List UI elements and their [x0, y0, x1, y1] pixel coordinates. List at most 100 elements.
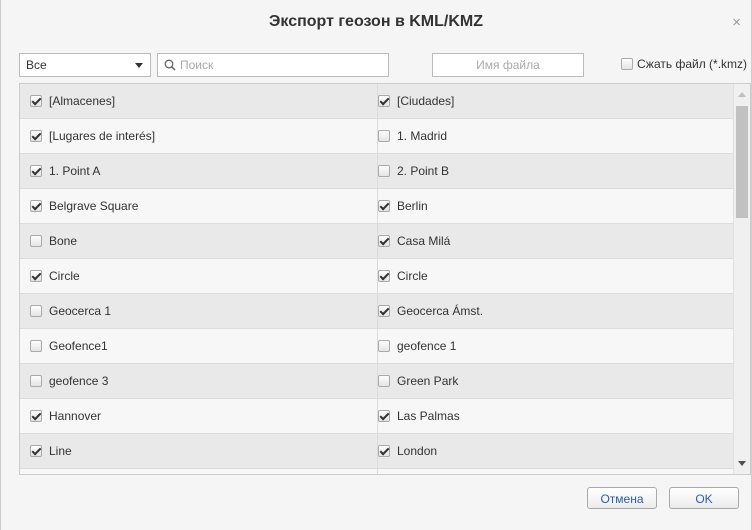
geofence-checkbox[interactable]: [30, 270, 42, 282]
geofence-label: geofence 1: [397, 339, 457, 353]
list-row: Belgrave Square Berlin: [20, 189, 734, 224]
geofence-checkbox[interactable]: [378, 340, 390, 352]
geofence-checkbox[interactable]: [378, 270, 390, 282]
geofence-label: Belgrave Square: [49, 199, 139, 213]
geofence-label: 1. Point A: [49, 164, 101, 178]
geofence-label: 2. Point B: [397, 164, 450, 178]
geofence-checkbox[interactable]: [30, 340, 42, 352]
geofence-checkbox[interactable]: [30, 130, 42, 142]
close-icon[interactable]: ×: [732, 15, 741, 30]
geofence-checkbox[interactable]: [30, 375, 42, 387]
geofence-label: 1. Madrid: [397, 129, 448, 143]
geofence-checkbox[interactable]: [30, 200, 42, 212]
vertical-scrollbar[interactable]: [733, 84, 750, 474]
geofence-item[interactable]: [Lugares de interés]: [20, 119, 377, 153]
geofence-label: Geocerca 1: [49, 304, 112, 318]
geofence-checkbox[interactable]: [378, 165, 390, 177]
geofence-label: Hannover: [49, 409, 102, 423]
list-row: Circle Circle: [20, 259, 734, 294]
compress-checkbox[interactable]: [621, 58, 633, 70]
geofence-label: Circle: [49, 269, 80, 283]
dialog-footer: Отмена OK: [1, 475, 751, 530]
scroll-up-icon[interactable]: [738, 92, 746, 97]
geofence-checkbox[interactable]: [30, 165, 42, 177]
geofence-item[interactable]: 2. Point B: [377, 154, 734, 188]
search-input[interactable]: [178, 56, 383, 74]
search-icon: [164, 59, 176, 71]
geofence-item[interactable]: geofence 1: [377, 329, 734, 363]
geofence-item[interactable]: Geofence1: [20, 329, 377, 363]
list-row: Bone Casa Milá: [20, 224, 734, 259]
geofence-label: [Ciudades]: [397, 94, 455, 108]
geofence-item[interactable]: Berlin: [377, 189, 734, 223]
geofence-item[interactable]: Green Park: [377, 364, 734, 398]
geofence-item[interactable]: Circle: [20, 259, 377, 293]
geofence-checkbox[interactable]: [378, 305, 390, 317]
geofence-item[interactable]: [Ciudades]: [377, 84, 734, 118]
geofence-item[interactable]: Geocerca Ámst.: [377, 294, 734, 328]
geofence-item[interactable]: Circle: [377, 259, 734, 293]
list-row: geofence 3 Green Park: [20, 364, 734, 399]
filter-select[interactable]: Все: [19, 53, 151, 77]
geofence-item[interactable]: geofence 3: [20, 364, 377, 398]
list-row: Hannover Las Palmas: [20, 399, 734, 434]
list-row: [Almacenes] [Ciudades]: [20, 84, 734, 119]
geofence-checkbox[interactable]: [378, 200, 390, 212]
compress-label: Сжать файл (*.kmz): [637, 57, 748, 71]
geofence-label: Berlin: [397, 199, 428, 213]
scrollbar-thumb[interactable]: [736, 106, 748, 218]
geofence-label: Casa Milá: [397, 234, 451, 248]
geofence-list: [Almacenes] [Ciudades] [Lugares de interés…: [19, 83, 751, 475]
compress-option[interactable]: Сжать файл (*.kmz): [621, 57, 747, 71]
list-row: Geocerca 1 Geocerca Ámst.: [20, 294, 734, 329]
list-row: [Lugares de interés] 1. Madrid: [20, 119, 734, 154]
geofence-item[interactable]: Bone: [20, 224, 377, 258]
geofence-item[interactable]: [Almacenes]: [20, 84, 377, 118]
geofence-label: Line: [49, 444, 72, 458]
geofence-checkbox[interactable]: [30, 445, 42, 457]
geofence-checkbox[interactable]: [378, 445, 390, 457]
cancel-button[interactable]: Отмена: [587, 487, 657, 509]
geofence-checkbox[interactable]: [30, 95, 42, 107]
list-row: 1. Point A 2. Point B: [20, 154, 734, 189]
export-geofences-dialog: Экспорт геозон в KML/KMZ × Все Сжать фай…: [0, 0, 752, 530]
geofence-label: Geofence1: [49, 339, 108, 353]
chevron-down-icon: [135, 63, 143, 68]
list-row: Geofence1 geofence 1: [20, 329, 734, 364]
dialog-titlebar: Экспорт геозон в KML/KMZ ×: [1, 0, 751, 43]
geofence-item[interactable]: Belgrave Square: [20, 189, 377, 223]
geofence-item[interactable]: Casa Milá: [377, 224, 734, 258]
geofence-checkbox[interactable]: [30, 410, 42, 422]
geofence-checkbox[interactable]: [30, 235, 42, 247]
filename-box[interactable]: [432, 53, 584, 77]
geofence-label: Las Palmas: [397, 409, 460, 423]
geofence-label: Bone: [49, 234, 78, 248]
geofence-item[interactable]: 1. Madrid: [377, 119, 734, 153]
geofence-label: geofence 3: [49, 374, 109, 388]
geofence-item[interactable]: Geocerca 1: [20, 294, 377, 328]
geofence-label: London: [397, 444, 438, 458]
filename-input[interactable]: [433, 54, 583, 76]
ok-button[interactable]: OK: [669, 487, 739, 509]
filter-select-value: Все: [26, 58, 47, 72]
dialog-title: Экспорт геозон в KML/KMZ: [269, 13, 483, 30]
geofence-item[interactable]: Las Palmas: [377, 399, 734, 433]
geofence-checkbox[interactable]: [378, 410, 390, 422]
geofence-label: Geocerca Ámst.: [397, 304, 484, 318]
list-row: Line London: [20, 434, 734, 469]
scroll-down-icon[interactable]: [738, 461, 746, 466]
geofence-label: Green Park: [397, 374, 459, 388]
toolbar: Все Сжать файл (*.kmz): [1, 43, 751, 83]
geofence-item[interactable]: Hannover: [20, 399, 377, 433]
geofence-checkbox[interactable]: [378, 235, 390, 247]
geofence-checkbox[interactable]: [30, 305, 42, 317]
geofence-item[interactable]: London: [377, 434, 734, 468]
geofence-checkbox[interactable]: [378, 130, 390, 142]
geofence-label: Circle: [397, 269, 428, 283]
geofence-item[interactable]: Line: [20, 434, 377, 468]
geofence-label: [Lugares de interés]: [49, 129, 156, 143]
geofence-item[interactable]: 1. Point A: [20, 154, 377, 188]
geofence-checkbox[interactable]: [378, 375, 390, 387]
search-box[interactable]: [157, 53, 389, 77]
geofence-checkbox[interactable]: [378, 95, 390, 107]
